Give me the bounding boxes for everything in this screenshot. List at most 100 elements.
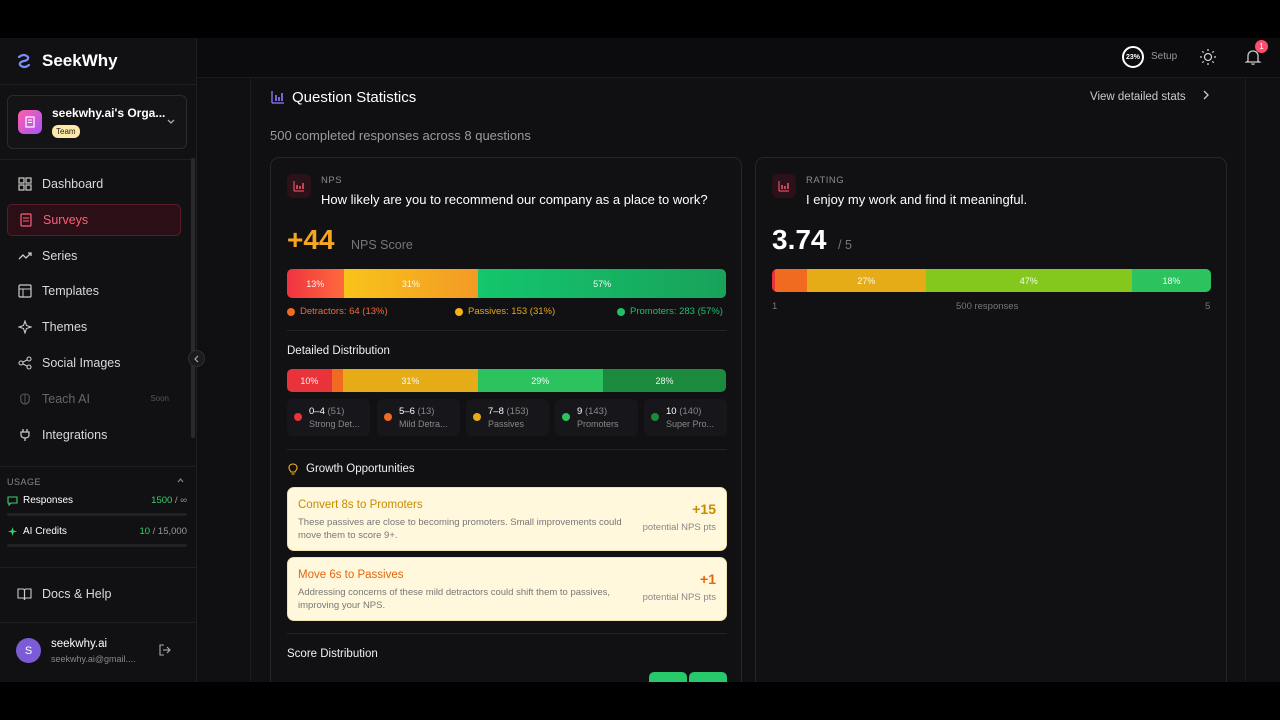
usage-title: USAGE xyxy=(7,477,42,487)
docs-label: Docs & Help xyxy=(42,587,112,601)
nps-segment: 57% xyxy=(478,269,726,298)
setup-progress-ring[interactable]: 23% xyxy=(1122,46,1144,68)
sidebar-item-label: Templates xyxy=(42,284,99,299)
divider xyxy=(287,330,727,331)
setup-label[interactable]: Setup xyxy=(1151,51,1177,62)
bucket-range: 5–6 (13) xyxy=(399,406,435,417)
sidebar-item-label: Social Images xyxy=(42,355,121,370)
bucket-dot xyxy=(473,413,481,421)
bucket-dot xyxy=(651,413,659,421)
brand[interactable]: SeekWhy xyxy=(16,50,118,72)
sidebar-item-surveys[interactable]: Surveys xyxy=(7,203,181,236)
distribution-bucket[interactable]: 5–6 (13) Mild Detra... xyxy=(377,399,460,436)
opportunity-value: +1 xyxy=(700,571,716,587)
sidebar-scrollbar[interactable] xyxy=(191,158,195,438)
score-bar xyxy=(649,672,687,682)
sidebar-item-integrations[interactable]: Integrations xyxy=(7,419,181,451)
distribution-bucket[interactable]: 9 (143) Promoters xyxy=(555,399,638,436)
detailed-distribution-bar: 10% 31% 29% 28% xyxy=(287,369,726,392)
building-icon xyxy=(25,116,35,128)
sparkle-icon xyxy=(8,527,17,536)
rating-segment: 47% xyxy=(925,269,1132,292)
sidebar: SeekWhy seekwhy.ai's Orga... Team Dashbo… xyxy=(0,38,205,682)
sidebar-item-dashboard[interactable]: Dashboard xyxy=(7,168,181,200)
sidebar-nav: Dashboard Surveys Series Templates Theme… xyxy=(7,168,181,454)
question-text: I enjoy my work and find it meaningful. xyxy=(806,192,1028,207)
nps-question-card: NPS How likely are you to recommend our … xyxy=(270,157,742,682)
opportunity-title: Move 6s to Passives xyxy=(298,569,404,581)
divider xyxy=(287,449,727,450)
brain-icon xyxy=(17,391,32,406)
usage-ai-credits: AI Credits 10 / 15,000 xyxy=(7,526,187,537)
usage-label: Responses xyxy=(23,495,74,506)
sidebar-item-label: Integrations xyxy=(42,427,108,442)
opportunity-desc: Addressing concerns of these mild detrac… xyxy=(298,587,611,611)
distribution-segment xyxy=(331,369,344,392)
book-icon xyxy=(17,588,32,601)
bucket-range: 10 (140) xyxy=(666,406,702,417)
bucket-range: 7–8 (153) xyxy=(488,406,529,417)
soon-badge: Soon xyxy=(150,394,169,404)
sidebar-item-label: Dashboard xyxy=(42,177,104,191)
chevron-down-icon xyxy=(166,116,176,126)
grid-icon xyxy=(17,177,32,192)
distribution-bucket[interactable]: 10 (140) Super Pro... xyxy=(644,399,727,436)
opportunity-title: Convert 8s to Promoters xyxy=(298,499,423,511)
divider xyxy=(0,622,197,623)
divider xyxy=(0,567,197,568)
document-icon xyxy=(18,212,33,227)
rating-question-card: RATING I enjoy my work and find it meani… xyxy=(755,157,1227,682)
usage-progress-bar xyxy=(7,544,187,547)
sun-icon[interactable] xyxy=(1199,48,1217,66)
top-bar: 23% Setup 1 xyxy=(197,38,1280,78)
chevron-up-icon[interactable] xyxy=(176,476,185,487)
opportunity-desc: These passives are close to becoming pro… xyxy=(298,517,622,541)
sidebar-item-label: Series xyxy=(42,248,78,263)
sidebar-item-social-images[interactable]: Social Images xyxy=(7,347,181,379)
user-name: seekwhy.ai xyxy=(51,638,108,650)
bucket-name: Promoters xyxy=(577,419,619,429)
distribution-bucket[interactable]: 7–8 (153) Passives xyxy=(466,399,549,436)
distribution-bucket[interactable]: 0–4 (51) Strong Det... xyxy=(287,399,370,436)
nps-chart-icon xyxy=(287,174,311,198)
growth-title: Growth Opportunities xyxy=(306,463,415,475)
org-name: seekwhy.ai's Orga... xyxy=(52,106,166,120)
bucket-name: Strong Det... xyxy=(309,419,360,429)
org-switcher[interactable]: seekwhy.ai's Orga... Team xyxy=(7,95,187,149)
share-icon xyxy=(17,355,32,370)
sidebar-item-teach-ai[interactable]: Teach AI Soon xyxy=(7,383,181,415)
notification-badge: 1 xyxy=(1255,40,1268,53)
nps-score: +44 xyxy=(287,224,335,255)
collapse-sidebar-button[interactable] xyxy=(188,350,205,367)
bucket-name: Mild Detra... xyxy=(399,419,448,429)
rating-segment: 18% xyxy=(1131,269,1211,292)
chevron-right-icon[interactable] xyxy=(1201,90,1211,103)
score-bar xyxy=(689,672,727,682)
opportunity-card[interactable]: Move 6s to Passives Addressing concerns … xyxy=(287,557,727,621)
scale-max: 5 xyxy=(1205,301,1211,312)
logo-icon xyxy=(17,53,31,69)
question-text: How likely are you to recommend our comp… xyxy=(321,192,708,207)
question-type: NPS xyxy=(321,175,343,186)
bucket-dot xyxy=(384,413,392,421)
bucket-range: 0–4 (51) xyxy=(309,406,345,417)
sidebar-item-series[interactable]: Series xyxy=(7,240,181,272)
app-frame: SeekWhy seekwhy.ai's Orga... Team Dashbo… xyxy=(0,38,1280,682)
docs-help-link[interactable]: Docs & Help xyxy=(7,578,111,610)
opportunity-card[interactable]: Convert 8s to Promoters These passives a… xyxy=(287,487,727,551)
user-email: seekwhy.ai@gmail.... xyxy=(51,654,136,664)
sidebar-item-templates[interactable]: Templates xyxy=(7,275,181,307)
bucket-name: Super Pro... xyxy=(666,419,715,429)
legend-detractors: Detractors: 64 (13%) xyxy=(287,306,388,317)
responses-summary: 500 completed responses across 8 questio… xyxy=(270,128,531,143)
sidebar-item-themes[interactable]: Themes xyxy=(7,311,181,343)
view-detailed-stats-link[interactable]: View detailed stats xyxy=(1090,91,1186,103)
logout-button[interactable] xyxy=(159,644,171,659)
usage-label: AI Credits xyxy=(23,526,67,537)
legend-passives: Passives: 153 (31%) xyxy=(455,306,555,317)
bucket-range: 9 (143) xyxy=(577,406,608,417)
opportunity-sub: potential NPS pts xyxy=(642,522,716,533)
opportunity-value: +15 xyxy=(692,501,716,517)
sidebar-item-label: Teach AI xyxy=(42,391,90,406)
divider xyxy=(0,159,197,160)
